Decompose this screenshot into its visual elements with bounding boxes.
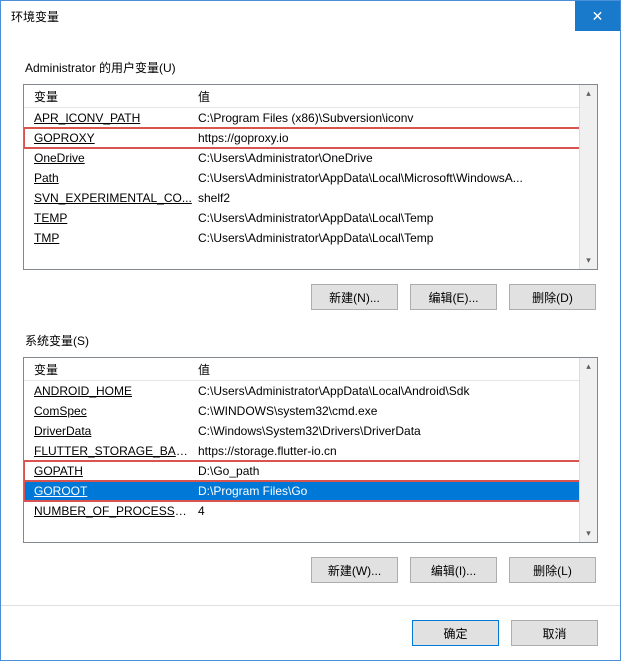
table-row[interactable]: GOROOTD:\Program Files\Go: [24, 481, 597, 501]
table-row[interactable]: ComSpecC:\WINDOWS\system32\cmd.exe: [24, 401, 597, 421]
table-row[interactable]: ANDROID_HOMEC:\Users\Administrator\AppDa…: [24, 381, 597, 401]
var-name: ANDROID_HOME: [24, 384, 194, 398]
var-name: OneDrive: [24, 151, 194, 165]
scroll-up-icon[interactable]: ▴: [580, 85, 597, 102]
table-row[interactable]: PathC:\Users\Administrator\AppData\Local…: [24, 168, 597, 188]
var-value: https://storage.flutter-io.cn: [194, 444, 597, 458]
user-vars-list[interactable]: 变量 值 APR_ICONV_PATHC:\Program Files (x86…: [23, 84, 598, 270]
table-row[interactable]: NUMBER_OF_PROCESSORS4: [24, 501, 597, 521]
var-name: Path: [24, 171, 194, 185]
scroll-down-icon[interactable]: ▾: [580, 252, 597, 269]
var-value: https://goproxy.io: [194, 131, 597, 145]
var-name: FLUTTER_STORAGE_BASE_...: [24, 444, 194, 458]
user-edit-button[interactable]: 编辑(E)...: [410, 284, 497, 310]
var-value: C:\WINDOWS\system32\cmd.exe: [194, 404, 597, 418]
sys-scrollbar[interactable]: ▴ ▾: [579, 358, 597, 542]
user-new-button[interactable]: 新建(N)...: [311, 284, 398, 310]
table-row[interactable]: TEMPC:\Users\Administrator\AppData\Local…: [24, 208, 597, 228]
var-value: C:\Users\Administrator\AppData\Local\Tem…: [194, 211, 597, 225]
sys-edit-button[interactable]: 编辑(I)...: [410, 557, 497, 583]
user-delete-button[interactable]: 删除(D): [509, 284, 596, 310]
dialog-footer: 确定 取消: [1, 605, 620, 660]
col-header-name[interactable]: 变量: [24, 88, 194, 105]
table-row[interactable]: GOPROXYhttps://goproxy.io: [24, 128, 597, 148]
sys-new-button[interactable]: 新建(W)...: [311, 557, 398, 583]
col-header-name[interactable]: 变量: [24, 361, 194, 378]
var-name: DriverData: [24, 424, 194, 438]
user-scrollbar[interactable]: ▴ ▾: [579, 85, 597, 269]
table-row[interactable]: OneDriveC:\Users\Administrator\OneDrive: [24, 148, 597, 168]
table-row[interactable]: APR_ICONV_PATHC:\Program Files (x86)\Sub…: [24, 108, 597, 128]
scroll-up-icon[interactable]: ▴: [580, 358, 597, 375]
col-header-value[interactable]: 值: [194, 361, 597, 378]
scroll-down-icon[interactable]: ▾: [580, 525, 597, 542]
close-button[interactable]: ✕: [575, 1, 620, 31]
var-name: APR_ICONV_PATH: [24, 111, 194, 125]
table-row[interactable]: FLUTTER_STORAGE_BASE_...https://storage.…: [24, 441, 597, 461]
sys-button-row: 新建(W)... 编辑(I)... 删除(L): [23, 557, 596, 583]
var-name: GOROOT: [24, 484, 194, 498]
var-name: ComSpec: [24, 404, 194, 418]
var-name: TEMP: [24, 211, 194, 225]
table-row[interactable]: GOPATHD:\Go_path: [24, 461, 597, 481]
sys-vars-list[interactable]: 变量 值 ANDROID_HOMEC:\Users\Administrator\…: [23, 357, 598, 543]
user-vars-label: Administrator 的用户变量(U): [25, 59, 598, 76]
var-value: C:\Users\Administrator\OneDrive: [194, 151, 597, 165]
sys-delete-button[interactable]: 删除(L): [509, 557, 596, 583]
var-value: C:\Windows\System32\Drivers\DriverData: [194, 424, 597, 438]
var-name: NUMBER_OF_PROCESSORS: [24, 504, 194, 518]
env-vars-dialog: 环境变量 ✕ Administrator 的用户变量(U) 变量 值 APR_I…: [0, 0, 621, 661]
var-value: 4: [194, 504, 597, 518]
var-name: TMP: [24, 231, 194, 245]
close-icon: ✕: [592, 8, 604, 25]
var-value: C:\Users\Administrator\AppData\Local\And…: [194, 384, 597, 398]
ok-button[interactable]: 确定: [412, 620, 499, 646]
var-value: shelf2: [194, 191, 597, 205]
user-list-header: 变量 值: [24, 85, 597, 108]
var-value: C:\Program Files (x86)\Subversion\iconv: [194, 111, 597, 125]
var-value: C:\Users\Administrator\AppData\Local\Tem…: [194, 231, 597, 245]
cancel-button[interactable]: 取消: [511, 620, 598, 646]
var-name: GOPROXY: [24, 131, 194, 145]
user-button-row: 新建(N)... 编辑(E)... 删除(D): [23, 284, 596, 310]
table-row[interactable]: DriverDataC:\Windows\System32\Drivers\Dr…: [24, 421, 597, 441]
content-area: Administrator 的用户变量(U) 变量 值 APR_ICONV_PA…: [1, 31, 620, 583]
sys-vars-label: 系统变量(S): [25, 332, 598, 349]
var-name: SVN_EXPERIMENTAL_CO...: [24, 191, 194, 205]
sys-list-header: 变量 值: [24, 358, 597, 381]
titlebar: 环境变量 ✕: [1, 1, 620, 31]
var-value: C:\Users\Administrator\AppData\Local\Mic…: [194, 171, 597, 185]
var-name: GOPATH: [24, 464, 194, 478]
table-row[interactable]: TMPC:\Users\Administrator\AppData\Local\…: [24, 228, 597, 248]
var-value: D:\Program Files\Go: [194, 484, 597, 498]
table-row[interactable]: SVN_EXPERIMENTAL_CO...shelf2: [24, 188, 597, 208]
var-value: D:\Go_path: [194, 464, 597, 478]
col-header-value[interactable]: 值: [194, 88, 597, 105]
window-title: 环境变量: [11, 8, 59, 25]
